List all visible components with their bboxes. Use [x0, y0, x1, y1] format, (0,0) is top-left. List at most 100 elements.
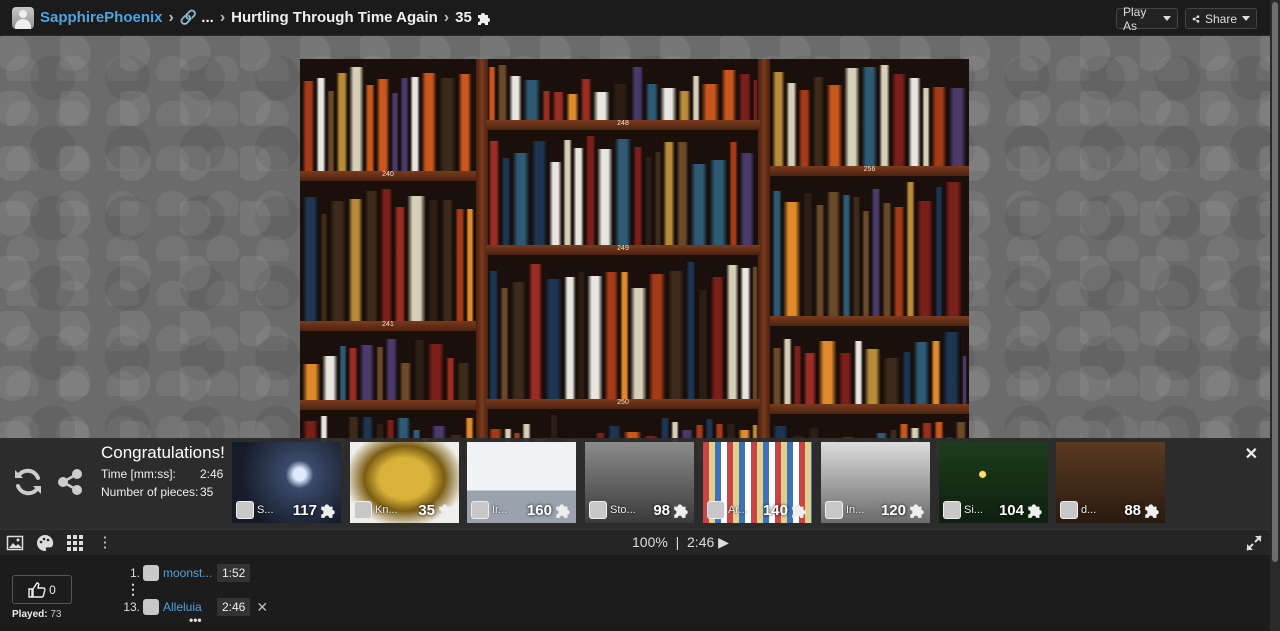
book-spine [893, 207, 905, 316]
book-spine [931, 87, 947, 166]
played-count: Played: 73 [12, 609, 61, 620]
book-spine [916, 201, 934, 316]
suggestion-thumbnail[interactable]: Ar... 140 [703, 442, 812, 523]
creator-name: Ir... [492, 504, 508, 516]
link-icon[interactable]: 🔗 [180, 9, 197, 26]
completed-puzzle-image[interactable]: 240 241 248 249 250 256 [300, 59, 969, 459]
book-spine [663, 142, 675, 245]
leaderboard-avatar[interactable] [143, 565, 159, 581]
creator-avatar [236, 501, 254, 519]
book-spine [891, 74, 907, 166]
share-label: Share [1204, 11, 1237, 26]
book-spine [948, 88, 967, 166]
creator-avatar [943, 501, 961, 519]
leaderboard-name[interactable]: moonst... [163, 566, 215, 580]
book-spine [667, 271, 685, 399]
book-spine [962, 356, 967, 404]
creator-name: Sto... [610, 504, 636, 516]
creator-name: Si... [964, 504, 983, 516]
book-spine [564, 277, 576, 399]
remove-icon[interactable]: ✕ [256, 599, 268, 616]
caret-down-icon [1163, 16, 1171, 21]
creator-avatar [707, 501, 725, 519]
book-spine [645, 84, 659, 120]
book-spine [802, 193, 814, 316]
suggestion-thumbnail[interactable]: Sto... 98 [585, 442, 694, 523]
like-count: 0 [49, 582, 56, 597]
user-avatar[interactable] [12, 6, 34, 29]
book-spine [826, 192, 841, 316]
book-spine [882, 358, 901, 404]
shelf-label: 248 [617, 120, 629, 127]
book-spine [678, 91, 691, 120]
book-spine [566, 94, 579, 120]
creator-name: Kn... [375, 504, 398, 516]
book-spine [573, 148, 584, 245]
book-spine [523, 80, 541, 120]
book-spine [690, 164, 708, 245]
creator-avatar [1060, 501, 1078, 519]
thumbnail-meta: d... 88 [1056, 497, 1165, 523]
leaderboard-avatar[interactable] [143, 599, 159, 615]
play-as-button[interactable]: Play As [1116, 5, 1178, 33]
close-icon[interactable]: ✕ [1245, 444, 1258, 464]
shelf-label: 240 [382, 171, 394, 178]
breadcrumb-ellipsis[interactable]: ... [201, 9, 214, 26]
scrollbar-thumb[interactable] [1272, 2, 1278, 562]
book-spine [852, 197, 861, 316]
suggestion-thumbnail[interactable]: S... 117 [232, 442, 341, 523]
shelf-label: 249 [617, 245, 629, 252]
image-preview-icon[interactable] [6, 534, 24, 552]
breadcrumb-pieces: 35 [455, 9, 472, 26]
book-spine [466, 209, 474, 321]
suggestion-thumbnail[interactable]: Ir... 160 [467, 442, 576, 523]
grid-icon[interactable] [66, 534, 84, 552]
book-spine [818, 341, 837, 404]
scrollbar[interactable] [1270, 0, 1280, 631]
pieces-label: Number of pieces: [101, 485, 199, 499]
fullscreen-icon[interactable] [1245, 534, 1263, 552]
book-spine [497, 65, 508, 120]
shelf-label: 241 [382, 321, 394, 328]
play-icon[interactable]: ▶ [718, 534, 729, 550]
book-spine [587, 276, 603, 399]
breadcrumb-user[interactable]: SapphirePhoenix [40, 9, 163, 26]
book-spine [854, 341, 863, 404]
creator-name: In... [846, 504, 865, 516]
book-spine [630, 288, 647, 399]
more-ranks-icon[interactable]: ⋮ [126, 581, 140, 598]
breadcrumb-title[interactable]: Hurtling Through Time Again [231, 9, 438, 26]
puzzle-board[interactable]: 240 241 248 249 250 256 [0, 36, 1270, 459]
book-spine [302, 364, 321, 400]
book-spine [701, 84, 720, 120]
suggestion-thumbnail[interactable]: Si... 104 [939, 442, 1048, 523]
zoom-level: 100% [632, 534, 668, 550]
suggestion-thumbnail[interactable]: d... 88 [1056, 442, 1165, 523]
share-icon[interactable] [56, 468, 84, 496]
book-spine [786, 83, 797, 166]
share-menu-button[interactable]: Share [1185, 8, 1257, 29]
time-label: Time [mm:ss]: [101, 467, 176, 481]
book-spine [510, 282, 527, 399]
book-spine [922, 88, 930, 166]
book-spine [365, 85, 375, 171]
suggestion-thumbnail[interactable]: In... 120 [821, 442, 930, 523]
more-leaderboard-icon[interactable]: ••• [189, 613, 202, 627]
piece-count: 35 [418, 501, 435, 519]
leaderboard-name[interactable]: Alleluia [163, 600, 215, 614]
book-spine [772, 348, 782, 404]
replay-icon[interactable] [12, 466, 44, 498]
book-spine [726, 265, 739, 399]
played-label: Played: [12, 609, 48, 620]
puzzle-piece-icon [1145, 504, 1159, 518]
like-button[interactable]: 0 [12, 575, 72, 604]
suggestion-thumbnail[interactable]: Kn... 35 [350, 442, 459, 523]
thumbnail-meta: Si... 104 [939, 497, 1048, 523]
shelf-board: 240 [300, 171, 476, 181]
palette-icon[interactable] [36, 534, 54, 552]
puzzle-toolbar: ⋮ 100% | 2:46 ▶ [0, 529, 1270, 555]
chevron-right-icon: › [168, 8, 174, 26]
puzzle-piece-icon [556, 504, 570, 518]
status-readout: 100% | 2:46 ▶ [632, 534, 729, 551]
more-options-icon[interactable]: ⋮ [96, 534, 114, 552]
